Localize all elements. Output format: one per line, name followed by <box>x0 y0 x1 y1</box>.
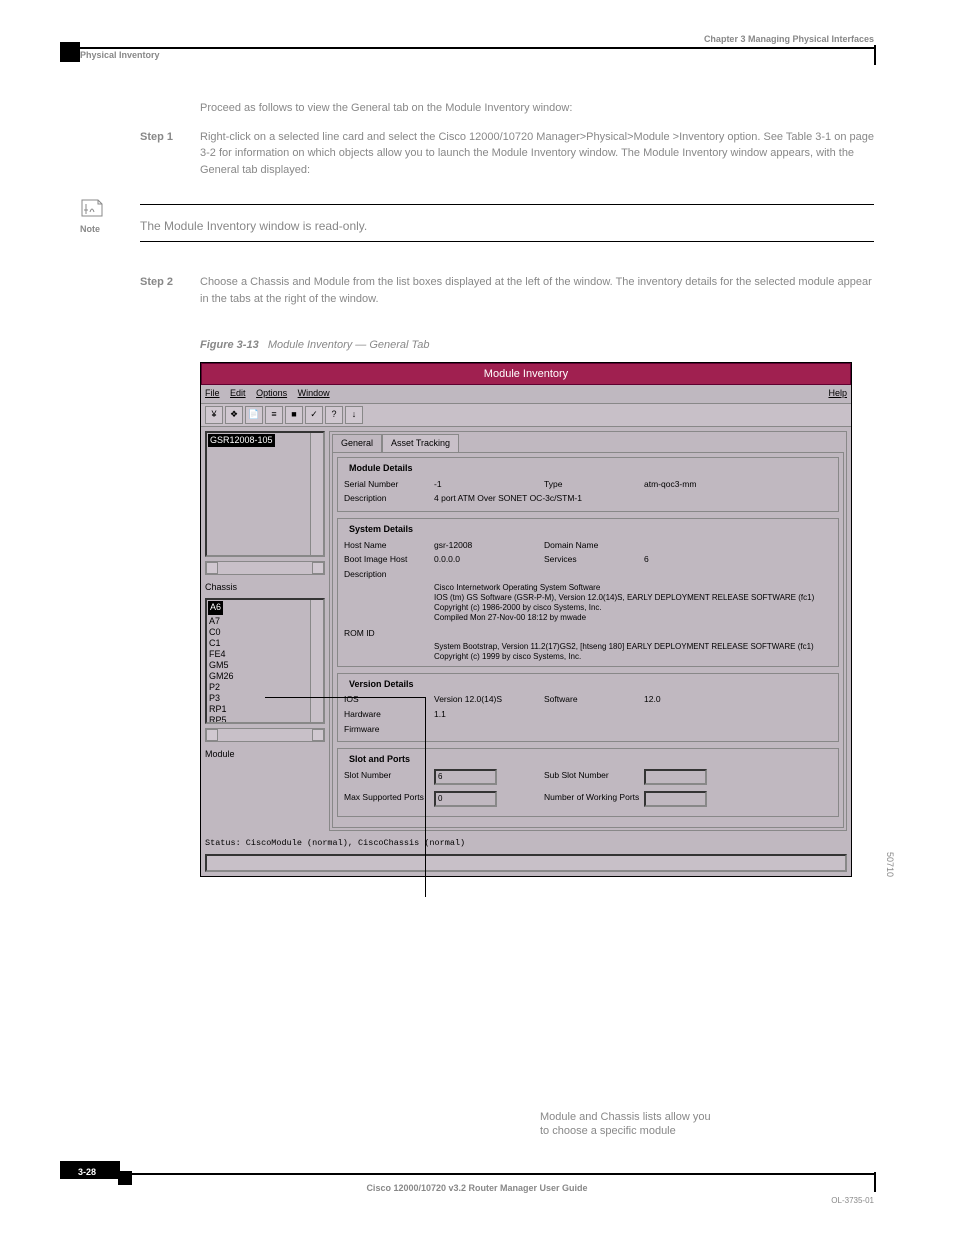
menu-file[interactable]: File <box>205 388 220 398</box>
subslot-field[interactable] <box>644 769 707 785</box>
ios-label: IOS <box>344 693 434 706</box>
window-title: Module Inventory <box>201 363 851 386</box>
page-number: 3-28 <box>78 1167 96 1177</box>
subslot-label: Sub Slot Number <box>544 769 644 782</box>
rom-value: System Bootstrap, Version 11.2(17)GS2, [… <box>434 642 832 662</box>
wp-label: Number of Working Ports <box>544 791 644 804</box>
step1-label: Step 1 <box>140 129 200 179</box>
serial-label: Serial Number <box>344 478 434 491</box>
tb-print-icon[interactable]: 📄 <box>245 406 263 424</box>
boot-value: 0.0.0.0 <box>434 553 544 566</box>
rom-label: ROM ID <box>344 627 434 640</box>
tab-asset-tracking[interactable]: Asset Tracking <box>382 434 459 453</box>
menu-help[interactable]: Help <box>828 388 847 398</box>
status-bar: Status: CiscoModule (normal), CiscoChass… <box>201 835 851 852</box>
slot-label: Slot Number <box>344 769 434 782</box>
ios-value: Version 12.0(14)S <box>434 693 544 706</box>
note-text: The Module Inventory window is read-only… <box>140 219 367 233</box>
services-value: 6 <box>644 553 832 566</box>
tab-general[interactable]: General <box>332 434 382 453</box>
sw-label: Software <box>544 693 644 706</box>
services-label: Services <box>544 553 644 566</box>
footer-title: Cisco 12000/10720 v3.2 Router Manager Us… <box>0 1183 954 1193</box>
domain-label: Domain Name <box>544 539 644 552</box>
tb-view-icon[interactable]: ❖ <box>225 406 243 424</box>
menu-window[interactable]: Window <box>298 388 330 398</box>
chassis-listbox[interactable]: GSR12008-105 <box>205 431 325 557</box>
module-scroll[interactable] <box>205 728 325 742</box>
type-label: Type <box>544 478 644 491</box>
step1-text: Right-click on a selected line card and … <box>200 129 874 179</box>
tb-status-icon[interactable]: ■ <box>285 406 303 424</box>
callout-connector-h <box>265 697 425 698</box>
desc-label: Description <box>344 492 434 505</box>
maxp-field[interactable]: 0 <box>434 791 497 807</box>
slot-field[interactable]: 6 <box>434 769 497 785</box>
step2-label: Step 2 <box>140 274 200 307</box>
figure-caption: Figure 3-13 Module Inventory — General T… <box>200 337 874 354</box>
section-label: Physical Inventory <box>80 50 160 60</box>
tb-list-icon[interactable]: ≡ <box>265 406 283 424</box>
step2-text: Choose a Chassis and Module from the lis… <box>200 274 874 307</box>
figure-index: 50710 <box>883 852 897 877</box>
hw-label: Hardware <box>344 708 434 721</box>
callout-connector-v <box>425 697 426 897</box>
type-value: atm-qoc3-mm <box>644 478 832 491</box>
chassis-label: Chassis <box>205 579 325 595</box>
chassis-scroll[interactable] <box>205 561 325 575</box>
system-details-group: System Details Host Name gsr-12008 Domai… <box>337 518 839 667</box>
tb-help-icon[interactable]: ? <box>325 406 343 424</box>
footer-pub: OL-3735-01 <box>831 1196 874 1205</box>
fw-label: Firmware <box>344 723 434 736</box>
module-inventory-window: Module Inventory File Edit Options Windo… <box>200 362 852 878</box>
host-value: gsr-12008 <box>434 539 544 552</box>
callout-text: Module and Chassis lists allow you to ch… <box>540 1110 720 1139</box>
menu-options[interactable]: Options <box>256 388 287 398</box>
module-listbox[interactable]: A6 A7 C0 C1 FE4 GM5 GM26 P2 P3 RP1 RP5 S… <box>205 598 325 724</box>
serial-value: -1 <box>434 478 544 491</box>
tb-load-icon[interactable]: ↓ <box>345 406 363 424</box>
intro-text: Proceed as follows to view the General t… <box>200 100 874 117</box>
maxp-label: Max Supported Ports <box>344 791 434 804</box>
bottom-progress <box>205 854 847 872</box>
tb-check-icon[interactable]: ✓ <box>305 406 323 424</box>
tb-nav-icon[interactable]: ¥ <box>205 406 223 424</box>
sysdesc-value: Cisco Internetwork Operating System Soft… <box>434 583 832 623</box>
hw-value: 1.1 <box>434 708 544 721</box>
desc-value: 4 port ATM Over SONET OC-3c/STM-1 <box>434 492 582 505</box>
version-details-group: Version Details IOS Version 12.0(14)S So… <box>337 673 839 743</box>
header-rule <box>78 47 874 49</box>
note-icon: Note <box>80 198 140 254</box>
menu-bar: File Edit Options Window Help <box>201 385 851 404</box>
header-corner-mark <box>60 42 80 62</box>
chapter-label: Chapter 3 Managing Physical Interfaces <box>704 34 874 44</box>
footer-rule <box>80 1173 874 1175</box>
slot-ports-group: Slot and Ports Slot Number 6 Sub Slot Nu… <box>337 748 839 817</box>
sw-value: 12.0 <box>644 693 832 706</box>
module-details-group: Module Details Serial Number -1 Type atm… <box>337 457 839 512</box>
host-label: Host Name <box>344 539 434 552</box>
wp-field[interactable] <box>644 791 707 807</box>
boot-label: Boot Image Host <box>344 553 434 566</box>
module-label: Module <box>205 746 325 762</box>
sysdesc-label: Description <box>344 568 434 581</box>
toolbar: ¥ ❖ 📄 ≡ ■ ✓ ? ↓ <box>201 404 851 427</box>
menu-edit[interactable]: Edit <box>230 388 246 398</box>
side-rule-top <box>874 45 876 65</box>
